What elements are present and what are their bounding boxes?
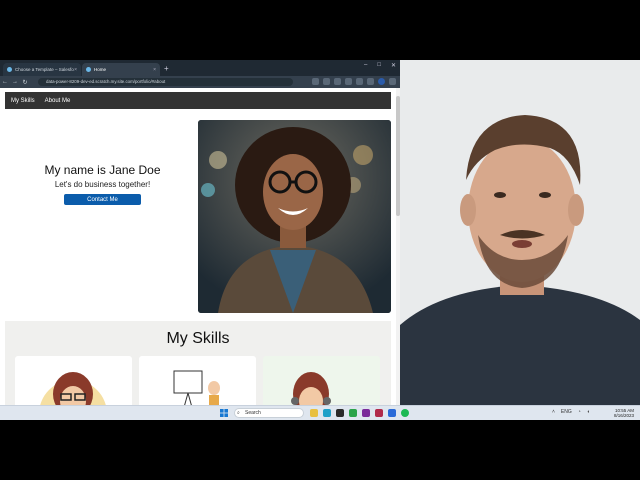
salesforce-icon bbox=[86, 67, 91, 72]
web-page: My Skills About Me My name is Jane Doe L… bbox=[0, 88, 396, 405]
new-tab-button[interactable]: + bbox=[164, 63, 169, 74]
spotify-icon[interactable] bbox=[401, 409, 409, 417]
extension-icon[interactable] bbox=[345, 78, 352, 85]
portrait-image bbox=[198, 120, 391, 313]
screen-stage: Choose a Template – Salesforce × Home × … bbox=[0, 60, 640, 420]
tab-choose-template[interactable]: Choose a Template – Salesforce × bbox=[3, 63, 81, 76]
extension-icon[interactable] bbox=[334, 78, 341, 85]
app-icon[interactable] bbox=[375, 409, 383, 417]
back-icon[interactable]: ← bbox=[0, 79, 10, 85]
hero-subtitle: Let's do business together! bbox=[54, 180, 151, 189]
skills-section: My Skills bbox=[5, 321, 391, 405]
minimize-icon[interactable]: – bbox=[364, 62, 367, 69]
profile-photo bbox=[198, 120, 391, 313]
app-icon[interactable] bbox=[362, 409, 370, 417]
window-controls: – □ ✕ bbox=[364, 62, 396, 69]
tab-home[interactable]: Home × bbox=[82, 63, 160, 76]
address-bar[interactable]: data-power-8209-dev-ed.scratch.my.site.c… bbox=[38, 78, 293, 86]
tab-label: Choose a Template – Salesforce bbox=[15, 67, 75, 72]
search-placeholder: Search bbox=[245, 410, 261, 416]
clock-date: 8/16/2023 bbox=[613, 413, 634, 418]
skill-illustration bbox=[173, 370, 220, 405]
extensions-area bbox=[312, 78, 396, 85]
bookmark-star-icon[interactable] bbox=[323, 78, 330, 85]
browser-window: Choose a Template – Salesforce × Home × … bbox=[0, 60, 400, 405]
forward-icon[interactable]: → bbox=[10, 79, 20, 85]
salesforce-icon bbox=[7, 67, 12, 72]
terminal-icon[interactable] bbox=[336, 409, 344, 417]
site-navbar: My Skills About Me bbox=[5, 92, 391, 109]
skill-card[interactable] bbox=[139, 356, 256, 405]
search-icon: ⌕ bbox=[237, 410, 240, 416]
close-tab-icon[interactable]: × bbox=[153, 67, 156, 73]
skill-illustration bbox=[291, 372, 331, 405]
wifi-icon[interactable]: ◔ bbox=[578, 409, 581, 415]
language-indicator[interactable]: ENG bbox=[561, 409, 572, 415]
maximize-icon[interactable]: □ bbox=[377, 62, 381, 69]
puzzle-icon[interactable] bbox=[367, 78, 374, 85]
edge-icon[interactable] bbox=[323, 409, 331, 417]
taskbar-search[interactable]: ⌕ Search bbox=[234, 408, 304, 418]
address-toolbar: ← → ↻ data-power-8209-dev-ed.scratch.my.… bbox=[0, 76, 400, 88]
volume-icon[interactable]: ◖ bbox=[587, 409, 590, 415]
close-window-icon[interactable]: ✕ bbox=[391, 62, 396, 69]
clock[interactable]: 10:55 AM 8/16/2023 bbox=[614, 408, 634, 418]
hero-title: My name is Jane Doe bbox=[44, 163, 161, 177]
nav-link-about-me[interactable]: About Me bbox=[45, 98, 71, 104]
webcam-overlay bbox=[400, 60, 640, 405]
chrome-icon[interactable] bbox=[349, 409, 357, 417]
system-tray: ˄ ENG ◔ ◖ bbox=[552, 409, 590, 415]
file-explorer-icon[interactable] bbox=[310, 409, 318, 417]
chevron-up-icon[interactable]: ˄ bbox=[552, 409, 555, 415]
reload-icon[interactable]: ↻ bbox=[20, 79, 30, 86]
windows-taskbar: ⌕ Search ˄ ENG ◔ ◖ 10:55 AM 8/16/2023 bbox=[0, 405, 640, 420]
share-icon[interactable] bbox=[312, 78, 319, 85]
nav-link-my-skills[interactable]: My Skills bbox=[11, 98, 35, 104]
skill-illustration bbox=[40, 372, 106, 405]
close-tab-icon[interactable]: × bbox=[74, 67, 77, 73]
skills-title: My Skills bbox=[166, 330, 230, 347]
contact-me-button[interactable]: Contact Me bbox=[64, 194, 141, 205]
skill-card[interactable] bbox=[263, 356, 380, 405]
hero-text-block: My name is Jane Doe Let's do business to… bbox=[30, 163, 175, 205]
presenter-video bbox=[400, 60, 640, 405]
vscode-icon[interactable] bbox=[388, 409, 396, 417]
menu-dots-icon[interactable] bbox=[389, 78, 396, 85]
tab-label: Home bbox=[94, 67, 107, 72]
windows-start-icon[interactable] bbox=[220, 409, 228, 417]
browser-titlebar: Choose a Template – Salesforce × Home × … bbox=[0, 60, 400, 76]
skill-card[interactable] bbox=[15, 356, 132, 405]
profile-avatar[interactable] bbox=[378, 78, 385, 85]
extension-icon[interactable] bbox=[356, 78, 363, 85]
